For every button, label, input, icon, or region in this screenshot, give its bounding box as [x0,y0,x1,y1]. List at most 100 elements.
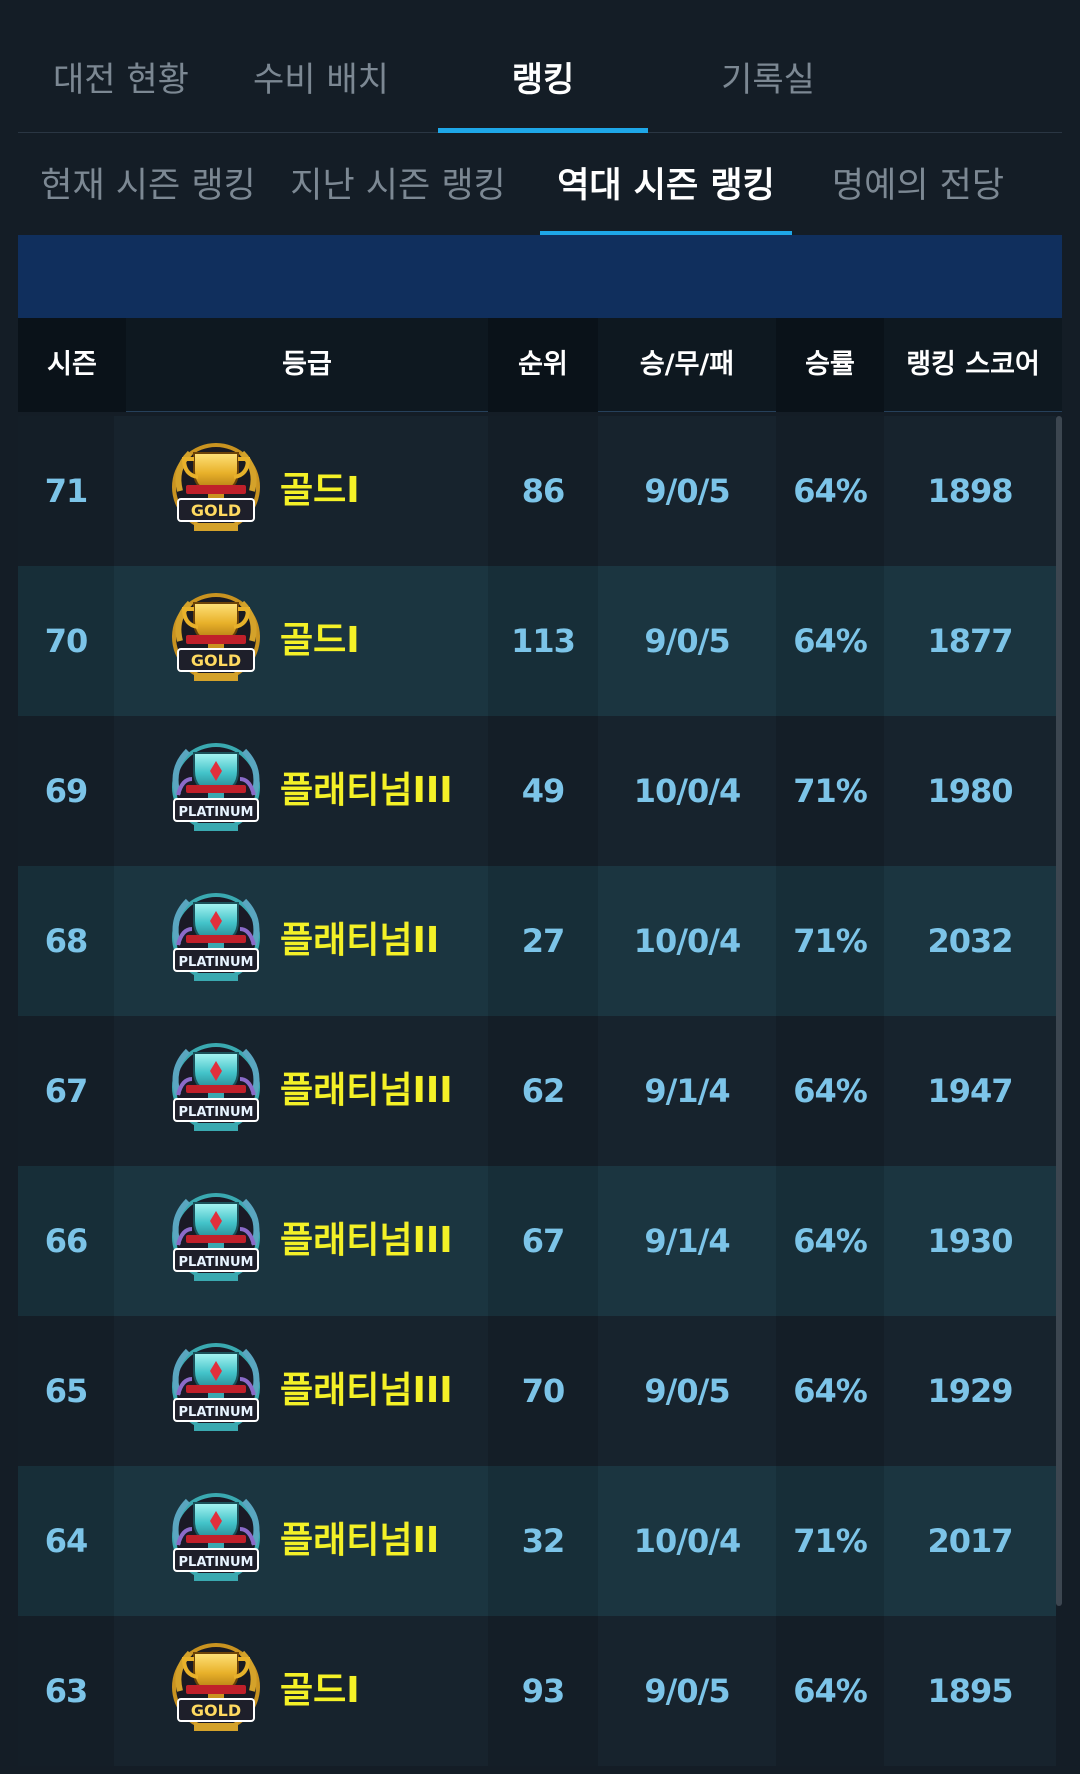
tab-battle-status[interactable]: 대전 현황 [36,52,206,112]
ranking-score-cell: 1877 [927,622,1013,660]
win-rate-cell: 71% [776,866,884,1016]
ranking-score-cell: 1895 [927,1672,1013,1710]
rank-cell: 86 [488,416,598,566]
rank-cell: 49 [488,716,598,866]
record-cell: 10/0/4 [633,772,741,810]
badge-label: GOLD [191,1701,241,1720]
record-cell: 9/1/4 [644,1072,730,1110]
gold-trophy-badge-icon: GOLD [164,439,268,543]
record-cell: 9/0/5 [644,1372,730,1410]
rank-cell: 62 [488,1016,598,1166]
rank-cell: 32 [488,1466,598,1616]
ranking-score-cell: 1947 [927,1072,1013,1110]
rank-cell: 93 [488,1616,598,1766]
grade-name: 골드I [280,1670,360,1711]
grade-name: 플래티넘II [280,1520,440,1561]
win-rate-cell: 64% [776,1316,884,1466]
win-rate-cell: 64% [776,566,884,716]
win-rate-cell: 71% [776,716,884,866]
record-cell: 9/0/5 [644,472,730,510]
win-rate-cell: 71% [776,1466,884,1616]
grade-name: 골드I [280,470,360,511]
record-cell: 10/0/4 [633,1522,741,1560]
rank-cell: 70 [488,1316,598,1466]
ranking-sub-tab-bar: 현재 시즌 랭킹 지난 시즌 랭킹 역대 시즌 랭킹 명예의 전당 [18,135,1062,236]
header-win-rate: 승률 [776,318,884,412]
platinum-trophy-badge-icon: PLATINUM [164,889,268,993]
badge-label: GOLD [191,651,241,670]
ranking-score-cell: 2032 [927,922,1013,960]
rank-cell: 27 [488,866,598,1016]
main-tab-bar: 대전 현황 수비 배치 랭킹 기록실 [18,0,1062,133]
header-season: 시즌 [18,318,126,412]
grade-name: 플래티넘III [280,1370,453,1411]
rank-cell: 67 [488,1166,598,1316]
badge-label: PLATINUM [179,955,254,970]
season-cell: 67 [18,1016,114,1166]
grade-name: 플래티넘III [280,770,453,811]
ranking-score-cell: 1929 [927,1372,1013,1410]
season-cell: 65 [18,1316,114,1466]
header-rank: 순위 [488,318,598,412]
table-row: 70 GOLD 골드I 113 9/0/5 64% 1877 [18,566,1056,716]
gold-trophy-badge-icon: GOLD [164,589,268,693]
table-row: 63 GOLD 골드I 93 9/0/5 64% 1895 [18,1616,1056,1766]
win-rate-cell: 64% [776,1016,884,1166]
ranking-table-body: 71 GOLD 골드I 86 9/0/5 64% 1898 70 GOLD 골드… [18,416,1056,1766]
badge-label: PLATINUM [179,1555,254,1570]
record-cell: 9/1/4 [644,1222,730,1260]
platinum-trophy-badge-icon: PLATINUM [164,739,268,843]
platinum-trophy-badge-icon: PLATINUM [164,1489,268,1593]
ranking-score-cell: 1898 [927,472,1013,510]
win-rate-cell: 64% [776,1166,884,1316]
ranking-table-header: 시즌 등급 순위 승/무/패 승률 랭킹 스코어 [18,318,1062,412]
tab-all-time-season-ranking[interactable]: 역대 시즌 랭킹 [540,157,792,207]
grade-name: 플래티넘II [280,920,440,961]
gold-trophy-badge-icon: GOLD [164,1639,268,1743]
tab-hall-of-fame[interactable]: 명예의 전당 [818,157,1018,207]
win-rate-cell: 64% [776,1616,884,1766]
table-row: 65 PLATINUM 플래티넘III 70 9/0/5 64% 1929 [18,1316,1056,1466]
tab-ranking[interactable]: 랭킹 [438,52,648,112]
table-row: 68 PLATINUM 플래티넘II 27 10/0/4 71% 2032 [18,866,1056,1016]
tab-last-season-ranking[interactable]: 지난 시즌 랭킹 [288,157,508,207]
win-rate-cell: 64% [776,416,884,566]
header-record: 승/무/패 [639,349,735,380]
season-cell: 71 [18,416,114,566]
grade-name: 골드I [280,620,360,661]
record-cell: 9/0/5 [644,1672,730,1710]
season-cell: 70 [18,566,114,716]
ranking-score-cell: 2017 [927,1522,1013,1560]
header-grade: 등급 [282,349,332,380]
badge-label: PLATINUM [179,1255,254,1270]
season-cell: 63 [18,1616,114,1766]
active-tab-indicator [438,128,648,133]
table-row: 71 GOLD 골드I 86 9/0/5 64% 1898 [18,416,1056,566]
table-row: 66 PLATINUM 플래티넘III 67 9/1/4 64% 1930 [18,1166,1056,1316]
tab-defense-setup[interactable]: 수비 배치 [246,52,396,112]
season-cell: 66 [18,1166,114,1316]
season-cell: 64 [18,1466,114,1616]
ranking-banner [18,235,1062,318]
table-scrollbar[interactable] [1056,416,1062,1606]
table-row: 64 PLATINUM 플래티넘II 32 10/0/4 71% 2017 [18,1466,1056,1616]
platinum-trophy-badge-icon: PLATINUM [164,1189,268,1293]
season-cell: 68 [18,866,114,1016]
header-ranking-score: 랭킹 스코어 [906,349,1040,380]
badge-label: PLATINUM [179,1405,254,1420]
ranking-score-cell: 1930 [927,1222,1013,1260]
rank-cell: 113 [488,566,598,716]
grade-name: 플래티넘III [280,1070,453,1111]
badge-label: PLATINUM [179,805,254,820]
table-row: 67 PLATINUM 플래티넘III 62 9/1/4 64% 1947 [18,1016,1056,1166]
record-cell: 9/0/5 [644,622,730,660]
season-cell: 69 [18,716,114,866]
ranking-score-cell: 1980 [927,772,1013,810]
table-row: 69 PLATINUM 플래티넘III 49 10/0/4 71% 1980 [18,716,1056,866]
tab-records[interactable]: 기록실 [678,52,858,112]
tab-current-season-ranking[interactable]: 현재 시즌 랭킹 [38,157,258,207]
record-cell: 10/0/4 [633,922,741,960]
platinum-trophy-badge-icon: PLATINUM [164,1339,268,1443]
badge-label: GOLD [191,501,241,520]
platinum-trophy-badge-icon: PLATINUM [164,1039,268,1143]
